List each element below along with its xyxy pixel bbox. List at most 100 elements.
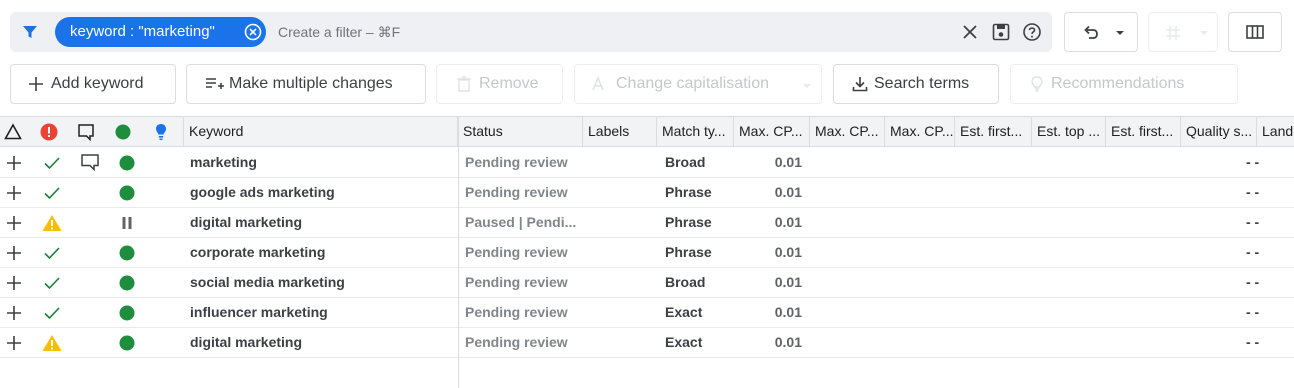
frozen-column-divider <box>458 116 459 388</box>
status-cell: Paused | Pendi... <box>465 214 577 230</box>
col-max-cpc-1[interactable]: Max. CP... <box>734 117 810 146</box>
make-multiple-changes-button[interactable]: Make multiple changes <box>186 64 426 104</box>
col-quality-score[interactable]: Quality s... <box>1181 117 1257 146</box>
max-cpc-cell[interactable]: 0.01 <box>740 208 802 237</box>
undo-button[interactable] <box>1064 12 1138 52</box>
expand-plus-icon[interactable] <box>6 305 22 321</box>
expand-plus-icon[interactable] <box>6 185 22 201</box>
expand-plus-icon[interactable] <box>6 155 22 171</box>
match-type-cell[interactable]: Broad <box>665 268 731 297</box>
col-max-cpc-3[interactable]: Max. CP... <box>885 117 955 146</box>
comment-icon[interactable] <box>77 123 95 141</box>
save-filter-icon[interactable] <box>991 22 1011 42</box>
keyword-cell[interactable]: digital marketing <box>190 208 452 237</box>
add-keyword-button[interactable]: Add keyword <box>10 64 176 104</box>
table-row[interactable]: corporate marketing Pending review Phrase 0… <box>0 238 1294 268</box>
col-labels[interactable]: Labels <box>583 117 657 146</box>
expand-plus-icon[interactable] <box>6 245 22 261</box>
table-row[interactable]: digital marketing Paused | Pendi... Phrase… <box>0 208 1294 238</box>
col-est-first-2[interactable]: Est. first... <box>1106 117 1181 146</box>
plus-icon <box>29 77 43 91</box>
status-cell: Pending review <box>465 184 568 200</box>
keyword-cell[interactable]: corporate marketing <box>190 238 452 267</box>
table-row[interactable]: social media marketing Pending review Broa… <box>0 268 1294 298</box>
keyword-cell[interactable]: social media marketing <box>190 268 452 297</box>
keyword-cell[interactable]: digital marketing <box>190 328 452 357</box>
match-type-cell[interactable]: Exact <box>665 298 731 327</box>
help-icon[interactable] <box>1022 22 1042 42</box>
alert-icon[interactable] <box>40 123 58 141</box>
table-row[interactable]: marketing Pending review Broad 0.01 - - <box>0 148 1294 178</box>
recommendations-button[interactable]: Recommendations <box>1010 64 1238 104</box>
match-type-cell[interactable]: Phrase <box>665 178 731 207</box>
match-type-cell[interactable]: Exact <box>665 328 731 357</box>
status-cell: Pending review <box>465 274 568 290</box>
triangle-icon[interactable] <box>4 123 22 141</box>
match-type-cell[interactable]: Broad <box>665 148 731 177</box>
keyword-cell[interactable]: google ads marketing <box>190 178 452 207</box>
enabled-dot-icon[interactable] <box>119 185 135 201</box>
filter-chip-label: keyword : "marketing" <box>70 23 215 40</box>
expand-plus-icon[interactable] <box>6 335 22 351</box>
paused-icon[interactable] <box>121 217 133 229</box>
check-icon <box>44 187 60 200</box>
trash-icon <box>457 76 471 92</box>
max-cpc-cell[interactable]: 0.01 <box>740 298 802 327</box>
lightbulb-icon <box>1031 76 1043 92</box>
playlist-add-icon <box>206 78 224 89</box>
remove-label: Remove <box>479 75 539 92</box>
match-type-cell[interactable]: Phrase <box>665 208 731 237</box>
quality-score-cell: - - <box>1246 154 1260 170</box>
col-keyword[interactable]: Keyword <box>183 117 458 146</box>
table-header: Keyword Status Labels Match ty... Max. C… <box>0 116 1294 147</box>
col-est-first-1[interactable]: Est. first... <box>955 117 1032 146</box>
quality-score-cell: - - <box>1246 304 1260 320</box>
expand-plus-icon[interactable] <box>6 275 22 291</box>
col-match-type[interactable]: Match ty... <box>657 117 734 146</box>
status-cell: Pending review <box>465 304 568 320</box>
enabled-dot-icon[interactable] <box>119 155 135 171</box>
change-capitalisation-button[interactable]: Change capitalisation <box>574 64 822 104</box>
max-cpc-cell[interactable]: 0.01 <box>740 268 802 297</box>
quality-score-cell: - - <box>1246 244 1260 260</box>
undo-icon <box>1084 25 1098 39</box>
table-row[interactable]: digital marketing Pending review Exact 0.01… <box>0 328 1294 358</box>
col-est-top[interactable]: Est. top ... <box>1032 117 1106 146</box>
match-type-cell[interactable]: Phrase <box>665 238 731 267</box>
status-dot-icon[interactable] <box>114 123 132 141</box>
change-capitalisation-label: Change capitalisation <box>616 75 769 92</box>
table-row[interactable]: google ads marketing Pending review Phrase… <box>0 178 1294 208</box>
filter-icon[interactable] <box>22 24 38 40</box>
enabled-dot-icon[interactable] <box>119 335 135 351</box>
max-cpc-cell[interactable]: 0.01 <box>740 148 802 177</box>
col-max-cpc-2[interactable]: Max. CP... <box>810 117 885 146</box>
col-landing-page[interactable]: Landi <box>1257 117 1294 146</box>
keyword-cell[interactable]: influencer marketing <box>190 298 452 327</box>
grid-menu-button[interactable] <box>1148 12 1218 52</box>
check-icon <box>44 277 60 290</box>
warning-icon[interactable] <box>42 214 62 232</box>
enabled-dot-icon[interactable] <box>119 275 135 291</box>
max-cpc-cell[interactable]: 0.01 <box>740 178 802 207</box>
search-terms-button[interactable]: Search terms <box>833 64 999 104</box>
expand-plus-icon[interactable] <box>6 215 22 231</box>
add-keyword-label: Add keyword <box>51 75 144 92</box>
enabled-dot-icon[interactable] <box>119 245 135 261</box>
col-status[interactable]: Status <box>458 117 583 146</box>
remove-button[interactable]: Remove <box>436 64 563 104</box>
filter-input[interactable]: Create a filter – ⌘F <box>278 24 400 41</box>
filter-chip[interactable]: keyword : "marketing" <box>55 17 266 47</box>
clear-filter-icon[interactable] <box>960 22 980 42</box>
comment-icon[interactable] <box>80 153 100 171</box>
grid-icon <box>1166 26 1180 40</box>
warning-icon[interactable] <box>42 334 62 352</box>
enabled-dot-icon[interactable] <box>119 305 135 321</box>
max-cpc-cell[interactable]: 0.01 <box>740 328 802 357</box>
lightbulb-icon[interactable] <box>152 123 170 141</box>
check-icon <box>44 157 60 170</box>
max-cpc-cell[interactable]: 0.01 <box>740 238 802 267</box>
chip-close-icon[interactable] <box>244 23 262 41</box>
keyword-cell[interactable]: marketing <box>190 148 452 177</box>
columns-button[interactable] <box>1228 12 1282 52</box>
table-row[interactable]: influencer marketing Pending review Exact 0… <box>0 298 1294 328</box>
